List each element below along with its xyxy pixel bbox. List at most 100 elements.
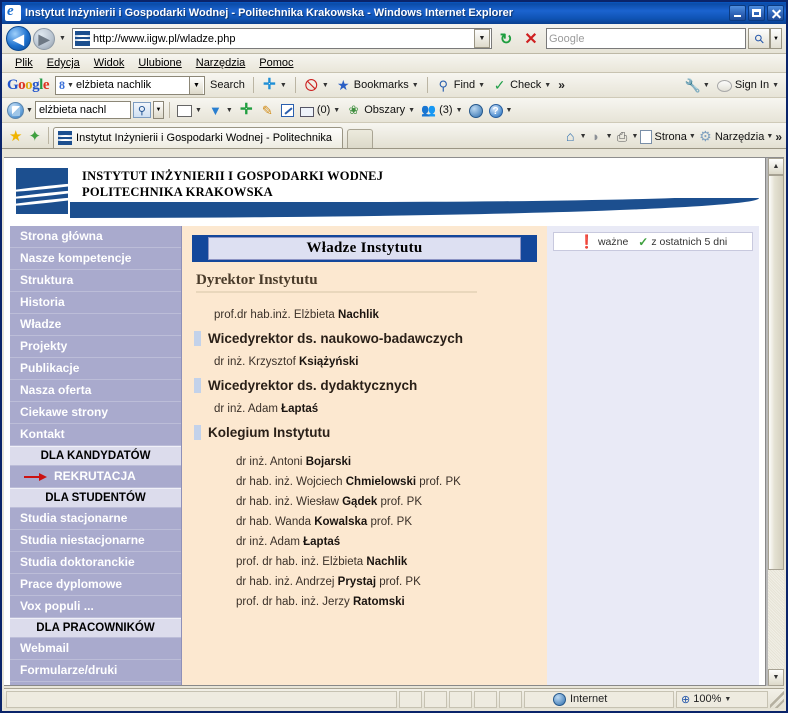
menu-item-narzedzia[interactable]: Narzędzia (189, 56, 253, 70)
sidebar-item-nasza-oferta[interactable]: Nasza oferta (10, 380, 181, 402)
page-menu-button[interactable]: Strona ▼ (640, 129, 696, 144)
browser-tab[interactable]: Instytut Inżynierii i Gospodarki Wodnej … (53, 127, 344, 148)
home-button[interactable]: ⌂ ▼ (563, 129, 587, 144)
google-search-box[interactable]: 8 ▼ elżbieta nachlik ▼ (55, 75, 206, 95)
sidebar-item-studia-doktoranckie[interactable]: Studia doktoranckie (10, 552, 181, 574)
sidebar-item-prace-dyplomowe[interactable]: Prace dyplomowe (10, 574, 181, 596)
scroll-up-button[interactable]: ▲ (768, 158, 784, 175)
scrollbar-track[interactable] (768, 175, 784, 669)
google-signin-button[interactable]: Sign In ▼ (715, 78, 781, 92)
menu-item-edycja[interactable]: Edycja (40, 56, 87, 70)
close-button[interactable] (767, 5, 784, 21)
history-dropdown-button[interactable]: ▼ (56, 29, 69, 49)
sidebar-item-publikacje[interactable]: Publikacje (10, 358, 181, 380)
menu-label: Narzędzia (195, 57, 246, 69)
messenger-add-button[interactable]: ✛ (237, 102, 256, 118)
help-icon: ? (488, 103, 503, 118)
messenger-obszary-button[interactable]: ❀ Obszary ▼ (344, 103, 417, 118)
feeds-button[interactable]: ◗ ▼ (589, 129, 612, 144)
messenger-contacts-button[interactable]: 👥 (3) ▼ (419, 103, 464, 118)
browser-search-input[interactable]: Google (549, 33, 584, 45)
browser-search-box[interactable]: Google (546, 28, 746, 49)
sidebar-item-webmail[interactable]: Webmail (10, 638, 181, 660)
sidebar-item-ciekawe-strony[interactable]: Ciekawe strony (10, 402, 181, 424)
sidebar-item-studia-niestacjonarne[interactable]: Studia niestacjonarne (10, 530, 181, 552)
google-search-input[interactable]: elżbieta nachlik (76, 79, 189, 91)
google-toolbar-overflow-button[interactable]: » (556, 78, 567, 92)
menu-item-plik[interactable]: Plik (8, 56, 40, 70)
menu-item-pomoc[interactable]: Pomoc (252, 56, 300, 70)
person-prefix: dr inż. Adam (214, 403, 282, 415)
site-body: Strona główna Nasze kompetencje Struktur… (4, 226, 765, 685)
sidebar-item-historia[interactable]: Historia (10, 292, 181, 314)
resize-grip[interactable] (770, 690, 784, 708)
person-surname: Gądek (342, 496, 378, 508)
chevron-down-icon[interactable]: ▼ (26, 107, 33, 114)
google-search-button[interactable]: Search (208, 79, 247, 91)
messenger-help-button[interactable]: ? ▼ (487, 103, 515, 118)
signin-label: Sign In (734, 79, 770, 91)
scrollbar-thumb[interactable] (768, 175, 784, 571)
messenger-search-box[interactable]: elżbieta nachl (34, 101, 131, 119)
site-title-line1: INSTYTUT INŻYNIERII I GOSPODARKI WODNEJ (82, 169, 384, 183)
messenger-note-button[interactable] (279, 103, 296, 117)
sidebar-item-strona-glowna[interactable]: Strona główna (10, 226, 181, 248)
sidebar-item-nasze-kompetencje[interactable]: Nasze kompetencje (10, 248, 181, 270)
google-bookmarks-button[interactable]: ★ Bookmarks ▼ (334, 78, 421, 93)
maximize-button[interactable] (748, 5, 765, 21)
address-dropdown-button[interactable]: ▼ (474, 29, 490, 48)
bird-icon: ▼ (208, 102, 222, 118)
security-zone-indicator[interactable]: Internet (524, 690, 674, 708)
sidebar-item-kontakt[interactable]: Kontakt (10, 424, 181, 446)
browser-search-options-button[interactable]: ▼ (770, 28, 782, 49)
chevron-up-icon: ▲ (772, 163, 780, 170)
rss-icon: ◗ (592, 129, 601, 144)
sidebar-item-struktura[interactable]: Struktura (10, 270, 181, 292)
messenger-globe-button[interactable] (467, 103, 485, 118)
sidebar-item-studia-stacjonarne[interactable]: Studia stacjonarne (10, 508, 181, 530)
back-button[interactable]: ◀ (6, 26, 31, 51)
messenger-search-input[interactable]: elżbieta nachl (39, 104, 130, 116)
stop-button[interactable]: ✕ (520, 28, 542, 50)
google-search-history-button[interactable]: ▼ (189, 76, 204, 94)
zoom-control[interactable]: ⊕ 100% ▼ (676, 690, 768, 708)
person-suffix: prof. PK (376, 576, 421, 588)
person-surname: Chmielowski (345, 476, 417, 488)
browser-window: Instytut Inżynierii i Gospodarki Wodnej … (0, 0, 788, 713)
sidebar-item-rekrutacja[interactable]: REKRUTACJA (10, 466, 181, 488)
google-spellcheck-button[interactable]: ✓ Check ▼ (490, 77, 553, 93)
messenger-mail-button[interactable]: (0) ▼ (298, 104, 342, 117)
messenger-card-button[interactable]: ▼ (175, 103, 204, 117)
google-plus-button[interactable]: ✛ ▼ (260, 77, 289, 93)
sidebar-item-vox-populi[interactable]: Vox populi ... (10, 596, 181, 618)
tools-menu-button[interactable]: ⚙ Narzędzia ▼ (698, 129, 773, 144)
refresh-button[interactable]: ↻ (495, 28, 517, 50)
print-button[interactable]: ⎙ ▼ (615, 129, 639, 144)
sidebar-item-projekty[interactable]: Projekty (10, 336, 181, 358)
kolegium-member-list: dr inż. Antoni Bojarski dr hab. inż. Woj… (192, 444, 537, 612)
minimize-button[interactable] (729, 5, 746, 21)
toolbar-overflow-button[interactable]: » (775, 130, 782, 144)
home-icon: ⌂ (565, 128, 575, 144)
sidebar-item-formularze-druki[interactable]: Formularze/druki (10, 660, 181, 682)
menu-item-ulubione[interactable]: Ulubione (131, 56, 188, 70)
forward-button[interactable]: ▶ (33, 27, 55, 50)
person-suffix: prof. PK (416, 476, 461, 488)
address-bar[interactable]: http://www.iigw.pl/wladze.php ▼ (72, 28, 492, 49)
browser-search-go-button[interactable]: ⚲ (748, 28, 770, 49)
close-icon: ✕ (524, 30, 538, 48)
google-settings-button[interactable]: 🔧 ▼ (683, 78, 712, 93)
google-blocker-button[interactable]: 🛇 ▼ (302, 78, 331, 93)
messenger-bird-button[interactable]: ▼ ▼ (206, 103, 235, 118)
scroll-down-button[interactable]: ▼ (768, 669, 784, 686)
messenger-highlight-button[interactable]: ✎ (258, 103, 277, 118)
sidebar-item-wladze[interactable]: Władze (10, 314, 181, 336)
messenger-search-button[interactable]: ⚲ (132, 102, 151, 118)
page-vertical-scrollbar[interactable]: ▲ ▼ (767, 158, 784, 686)
favorites-center-icon[interactable]: ★ (6, 127, 25, 148)
google-find-button[interactable]: ⚲ Find ▼ (434, 78, 487, 93)
new-tab-button[interactable] (347, 129, 374, 148)
menu-item-widok[interactable]: Widok (87, 56, 132, 70)
messenger-search-options-button[interactable]: ▼ (152, 101, 164, 119)
add-to-favorites-icon[interactable]: ✦ (25, 127, 44, 148)
